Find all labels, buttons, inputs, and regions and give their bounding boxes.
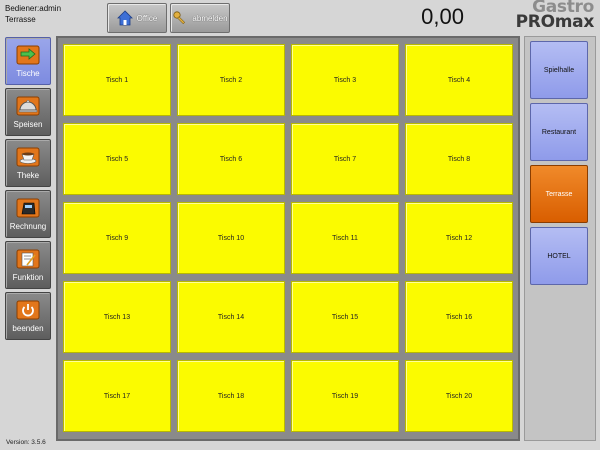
coffee-cup-icon: [16, 147, 40, 167]
table-button[interactable]: Tisch 16: [405, 281, 513, 353]
sidebar-item-beenden[interactable]: beenden: [5, 292, 51, 340]
sidebar-item-theke[interactable]: Theke: [5, 139, 51, 187]
table-button[interactable]: Tisch 2: [177, 44, 285, 116]
table-button[interactable]: Tisch 4: [405, 44, 513, 116]
sidebar-item-rechnung[interactable]: Rechnung: [5, 190, 51, 238]
edit-document-icon: [16, 249, 40, 269]
logout-label: abmelden: [192, 13, 228, 23]
table-button[interactable]: Tisch 19: [291, 360, 399, 432]
area-button-spielhalle[interactable]: Spielhalle: [530, 41, 588, 99]
table-button[interactable]: Tisch 8: [405, 123, 513, 195]
power-icon: [16, 300, 40, 320]
sidebar-item-speisen[interactable]: Speisen: [5, 88, 51, 136]
table-button[interactable]: Tisch 6: [177, 123, 285, 195]
area-selector: Spielhalle Restaurant Terrasse HOTEL: [524, 36, 596, 441]
sidebar-item-label: Tische: [16, 69, 40, 78]
sidebar-item-label: Theke: [16, 171, 40, 180]
table-button[interactable]: Tisch 11: [291, 202, 399, 274]
header-info: Bediener:admin Terrasse: [5, 3, 61, 25]
table-button[interactable]: Tisch 17: [63, 360, 171, 432]
office-button[interactable]: Office: [107, 3, 167, 33]
table-button[interactable]: Tisch 10: [177, 202, 285, 274]
table-button[interactable]: Tisch 1: [63, 44, 171, 116]
sidebar-item-funktion[interactable]: Funktion: [5, 241, 51, 289]
sidebar-item-tische[interactable]: Tische: [5, 37, 51, 85]
table-button[interactable]: Tisch 9: [63, 202, 171, 274]
key-icon: [173, 11, 186, 25]
office-label: Office: [136, 13, 158, 23]
house-icon: [116, 10, 133, 26]
area-button-restaurant[interactable]: Restaurant: [530, 103, 588, 161]
table-button[interactable]: Tisch 7: [291, 123, 399, 195]
area-button-hotel[interactable]: HOTEL: [530, 227, 588, 285]
sidebar-item-label: Funktion: [12, 273, 44, 282]
operator-label: Bediener:admin: [5, 4, 62, 13]
table-button[interactable]: Tisch 3: [291, 44, 399, 116]
logo-line2: PROmax: [515, 12, 595, 32]
table-button[interactable]: Tisch 5: [63, 123, 171, 195]
area-button-terrasse[interactable]: Terrasse: [530, 165, 588, 223]
table-button[interactable]: Tisch 15: [291, 281, 399, 353]
table-button[interactable]: Tisch 18: [177, 360, 285, 432]
table-button[interactable]: Tisch 13: [63, 281, 171, 353]
cloche-icon: [16, 96, 40, 116]
table-button[interactable]: Tisch 20: [405, 360, 513, 432]
logout-button[interactable]: abmelden: [170, 3, 230, 33]
gastro-promax-logo: Gastro PROmax: [515, 0, 595, 32]
tables-icon: [16, 45, 40, 65]
main-sidebar: Tische Speisen Theke Rechnung Funktion b…: [5, 37, 53, 343]
cash-register-icon: [16, 198, 40, 218]
version-label: Version: 3.5.6: [6, 439, 46, 446]
table-button[interactable]: Tisch 12: [405, 202, 513, 274]
sidebar-item-label: Speisen: [13, 120, 43, 129]
sidebar-item-label: beenden: [12, 324, 44, 333]
table-button[interactable]: Tisch 14: [177, 281, 285, 353]
current-area-label: Terrasse: [5, 15, 36, 24]
table-grid: Tisch 1 Tisch 2 Tisch 3 Tisch 4 Tisch 5 …: [63, 44, 513, 432]
sidebar-item-label: Rechnung: [9, 222, 47, 231]
order-total: 0,00: [421, 4, 464, 29]
table-grid-panel: Tisch 1 Tisch 2 Tisch 3 Tisch 4 Tisch 5 …: [56, 36, 520, 441]
